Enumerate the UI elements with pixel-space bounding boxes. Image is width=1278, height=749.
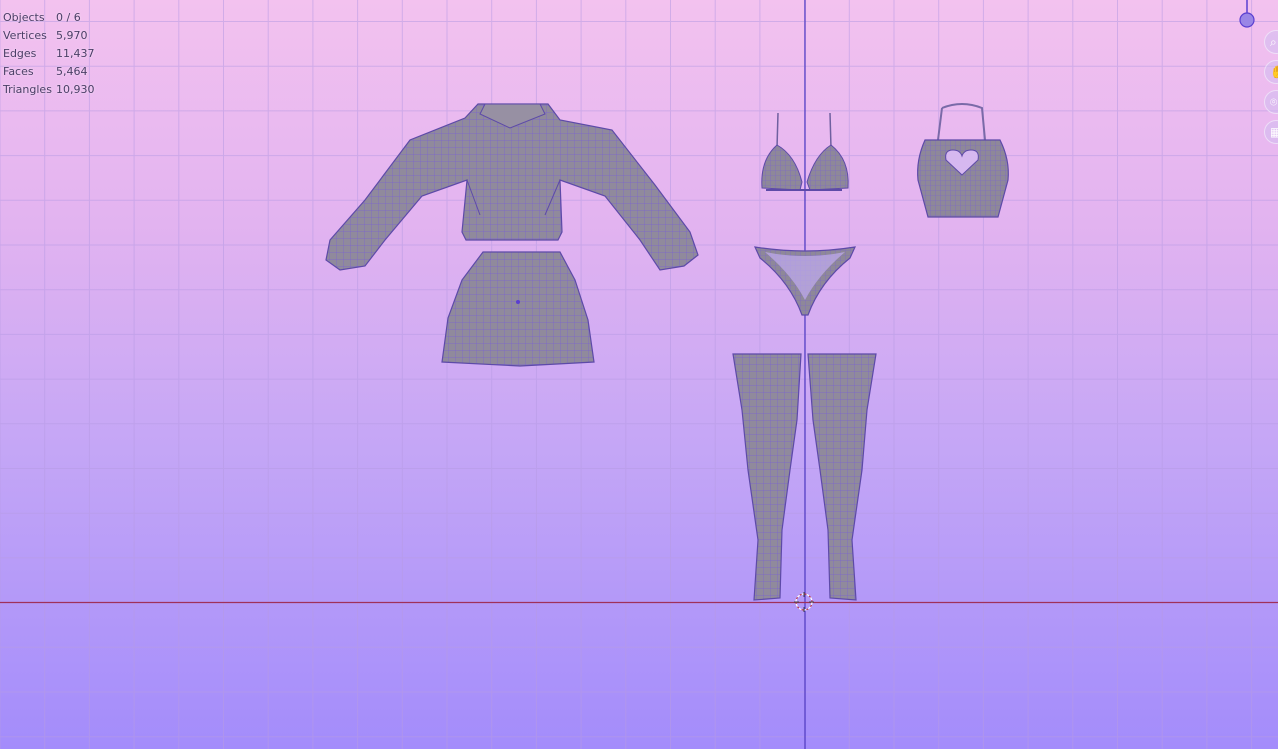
stat-value: 5,970 [56,29,88,42]
stat-row: Triangles 10,930 [3,83,95,101]
stat-value: 10,930 [56,83,95,96]
stat-label: Faces [3,65,34,78]
3d-cursor-icon[interactable] [794,592,814,612]
grid-ortho-icon[interactable]: ▦ [1264,120,1278,144]
stat-label: Vertices [3,29,47,42]
stat-value: 5,464 [56,65,88,78]
axis-gizmo[interactable] [1238,0,1258,30]
stat-value: 0 / 6 [56,11,81,24]
stat-row: Edges 11,437 [3,47,95,65]
zoom-icon[interactable]: ⌕ [1264,30,1278,54]
stat-row: Vertices 5,970 [3,29,95,47]
hand-pan-icon[interactable]: ✋ [1264,60,1278,84]
halter-top-mesh [917,103,1009,218]
stat-label: Edges [3,47,37,60]
skirt-mesh [441,251,595,367]
stat-label: Objects [3,11,45,24]
viewport-grid [0,0,1278,749]
3d-viewport[interactable]: Objects 0 / 6 Vertices 5,970 Edges 11,437 Face… [0,0,1278,749]
thong-mesh [753,246,857,316]
stat-row: Objects 0 / 6 [3,11,95,29]
navigation-gizmo[interactable]: ⌕ ✋ ⌾ ▦ [1239,0,1278,160]
stat-row: Faces 5,464 [3,65,95,83]
camera-icon[interactable]: ⌾ [1264,90,1278,114]
statistics-overlay: Objects 0 / 6 Vertices 5,970 Edges 11,437 Face… [3,11,95,101]
stat-label: Triangles [3,83,52,96]
stat-value: 11,437 [56,47,95,60]
